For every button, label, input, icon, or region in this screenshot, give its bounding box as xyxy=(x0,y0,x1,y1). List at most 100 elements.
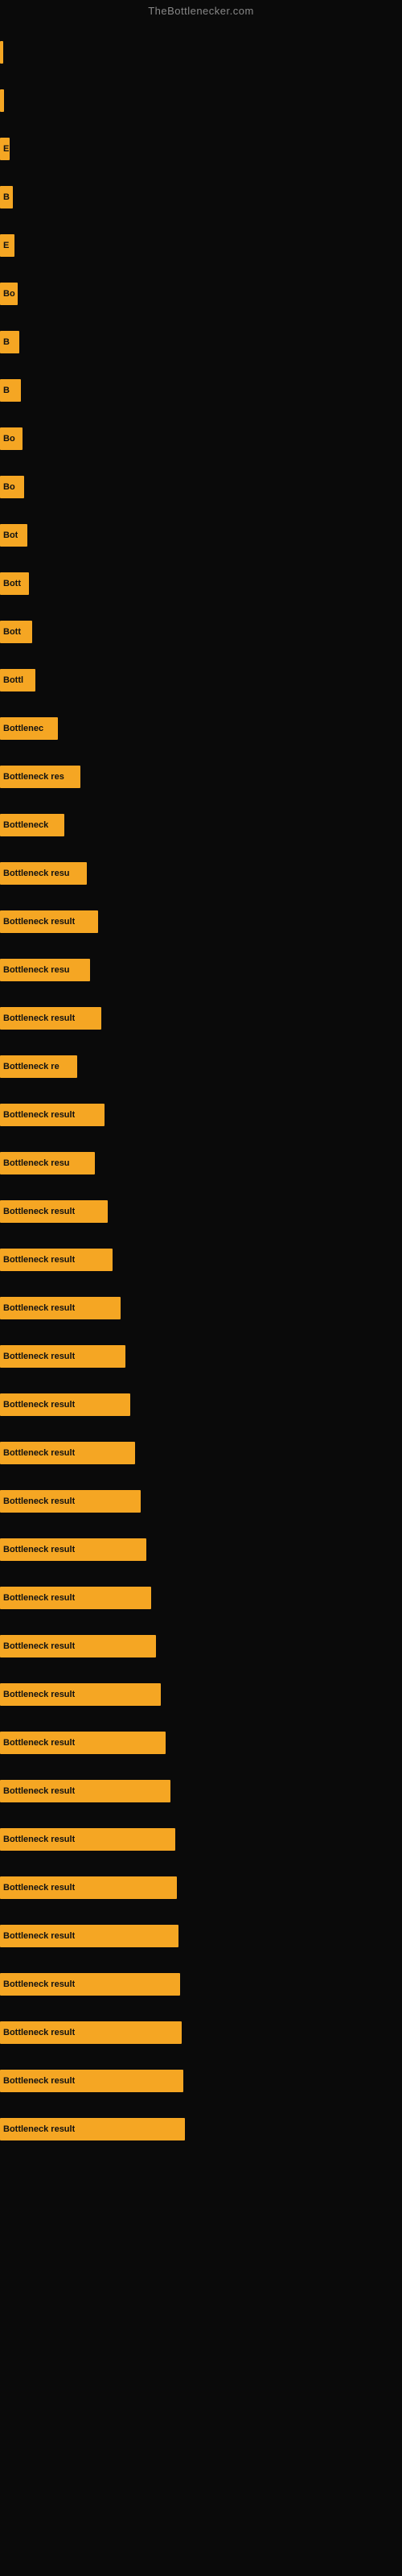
bar: Bottleneck result xyxy=(0,1683,161,1706)
bar xyxy=(0,41,3,64)
bar-label: Bottleneck result xyxy=(3,1255,75,1265)
bar: Bottleneck result xyxy=(0,1200,108,1223)
bar-row: E xyxy=(0,125,402,173)
bar-row: E xyxy=(0,221,402,270)
bar: Bo xyxy=(0,427,23,450)
bar: Bott xyxy=(0,572,29,595)
bar: Bottleneck result xyxy=(0,1780,170,1802)
bar-row: Bott xyxy=(0,559,402,608)
bar-row: Bottleneck re xyxy=(0,1042,402,1091)
bar-label: B xyxy=(3,386,10,395)
bar-row xyxy=(0,76,402,125)
bar: Bottleneck result xyxy=(0,1393,130,1416)
bar-label: Bottleneck res xyxy=(3,772,64,782)
bar-row: Bottleneck result xyxy=(0,1960,402,2008)
bar: Bottleneck resu xyxy=(0,1152,95,1174)
bar: Bottleneck result xyxy=(0,1828,175,1851)
bar: Bottleneck result xyxy=(0,1876,177,1899)
bar-label: E xyxy=(3,144,9,154)
bar-label: Bottleneck result xyxy=(3,2076,75,2086)
bar: B xyxy=(0,379,21,402)
bar-row: Bottleneck result xyxy=(0,1477,402,1525)
bar-row: Bottleneck result xyxy=(0,1332,402,1381)
bar-label: E xyxy=(3,241,9,250)
bar-label: Bottleneck result xyxy=(3,1738,75,1748)
bar-row: Bottleneck xyxy=(0,801,402,849)
bar-label: Bottleneck result xyxy=(3,1400,75,1410)
bar: Bottleneck result xyxy=(0,1587,151,1609)
bar-row: Bottleneck result xyxy=(0,1719,402,1767)
bar-label: Bo xyxy=(3,289,15,299)
bar-label: Bottleneck re xyxy=(3,1062,59,1071)
bar-label: Bott xyxy=(3,579,21,588)
bar-label: Bottleneck result xyxy=(3,1641,75,1651)
bar: Bottleneck re xyxy=(0,1055,77,1078)
bar-row: Bottleneck result xyxy=(0,994,402,1042)
bar-row: Bottleneck result xyxy=(0,898,402,946)
bar-label: Bottleneck result xyxy=(3,1593,75,1603)
bar-label: Bottleneck result xyxy=(3,1448,75,1458)
bar-label: Bo xyxy=(3,482,15,492)
bar-label: Bottleneck resu xyxy=(3,965,70,975)
bar-label: Bottleneck result xyxy=(3,2124,75,2134)
bar-row: Bottleneck result xyxy=(0,2057,402,2105)
bar: Bottleneck result xyxy=(0,1297,121,1319)
bar-label: Bottleneck result xyxy=(3,1690,75,1699)
bar: B xyxy=(0,186,13,208)
bar-label: Bottleneck result xyxy=(3,1013,75,1023)
bar: Bottleneck result xyxy=(0,1490,141,1513)
bar-label: Bottleneck result xyxy=(3,1352,75,1361)
bar-label: Bottlenec xyxy=(3,724,43,733)
bar-label: B xyxy=(3,337,10,347)
bar-row: Bottleneck result xyxy=(0,2105,402,2153)
bar-row: Bottleneck result xyxy=(0,1525,402,1574)
bar-row: Bottleneck result xyxy=(0,1429,402,1477)
bar: Bottleneck result xyxy=(0,1442,135,1464)
bar-label: Bottleneck result xyxy=(3,1931,75,1941)
bar: Bott xyxy=(0,621,32,643)
bar-row: Bottleneck result xyxy=(0,1670,402,1719)
bar: Bo xyxy=(0,476,24,498)
bar-row: Bottleneck result xyxy=(0,1236,402,1284)
bar: Bottleneck resu xyxy=(0,959,90,981)
site-title: TheBottlenecker.com xyxy=(0,0,402,20)
bar: Bottleneck result xyxy=(0,1007,101,1030)
bar-row xyxy=(0,28,402,76)
bar-row: B xyxy=(0,366,402,415)
bar-row: Bottl xyxy=(0,656,402,704)
bar: Bottleneck xyxy=(0,814,64,836)
bar-label: Bottleneck resu xyxy=(3,1158,70,1168)
bar: Bottleneck result xyxy=(0,2021,182,2044)
bar-row: Bott xyxy=(0,608,402,656)
bar xyxy=(0,89,4,112)
bar-row: Bottleneck result xyxy=(0,1622,402,1670)
bar-row: Bottleneck result xyxy=(0,1767,402,1815)
bar: Bottleneck result xyxy=(0,1538,146,1561)
bar-row: Bottleneck result xyxy=(0,1815,402,1864)
bar-label: Bottleneck result xyxy=(3,1496,75,1506)
bar-row: Bo xyxy=(0,463,402,511)
bar: Bottleneck resu xyxy=(0,862,87,885)
bar-label: Bottleneck result xyxy=(3,1110,75,1120)
bar: Bottleneck result xyxy=(0,1925,178,1947)
bar: Bottleneck result xyxy=(0,2118,185,2140)
bar-row: Bottleneck resu xyxy=(0,946,402,994)
bar-row: B xyxy=(0,173,402,221)
bar: Bottleneck result xyxy=(0,1635,156,1657)
bar: Bottleneck result xyxy=(0,1104,105,1126)
bar-row: Bo xyxy=(0,415,402,463)
bar: Bottleneck res xyxy=(0,766,80,788)
bar-label: Bo xyxy=(3,434,15,444)
bar-label: Bottleneck result xyxy=(3,1207,75,1216)
bar-label: Bottleneck xyxy=(3,820,48,830)
bar-row: Bottleneck resu xyxy=(0,849,402,898)
bar: Bottl xyxy=(0,669,35,691)
bar: B xyxy=(0,331,19,353)
bar: Bottlenec xyxy=(0,717,58,740)
bar-row: Bottleneck result xyxy=(0,1091,402,1139)
bar-row: Bottleneck result xyxy=(0,2008,402,2057)
bar-label: Bottleneck resu xyxy=(3,869,70,878)
bars-container: EBEBoBBBoBoBotBottBottBottlBottlenecBott… xyxy=(0,20,402,2153)
bar: Bo xyxy=(0,283,18,305)
bar-row: B xyxy=(0,318,402,366)
